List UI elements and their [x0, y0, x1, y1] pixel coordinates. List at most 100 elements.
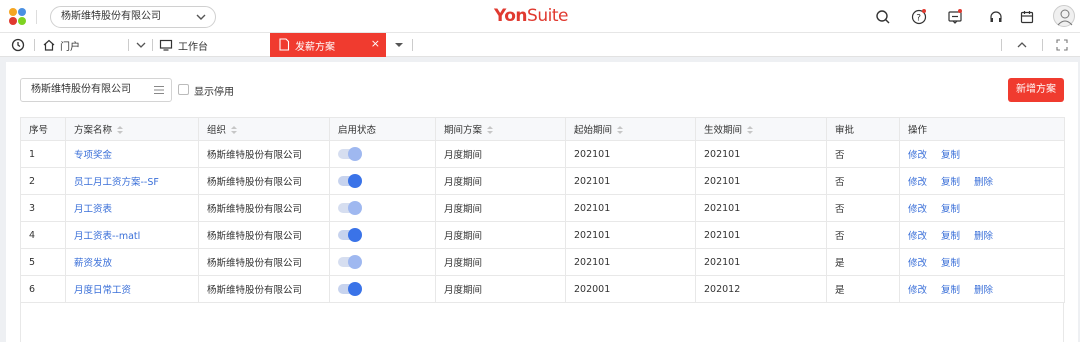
chevron-up-icon[interactable] — [1015, 38, 1029, 52]
action-copy-link[interactable]: 复制 — [941, 231, 960, 242]
action-edit-link[interactable]: 修改 — [908, 258, 927, 269]
action-edit-link[interactable]: 修改 — [908, 150, 927, 161]
tab-salary-plan[interactable]: 发薪方案 × — [270, 33, 386, 57]
action-copy-link[interactable]: 复制 — [941, 258, 960, 269]
sort-icon[interactable] — [617, 126, 624, 135]
toggle-knob — [348, 282, 362, 296]
divider — [152, 39, 153, 51]
status-toggle[interactable] — [338, 201, 362, 215]
avatar[interactable] — [1053, 5, 1075, 27]
table-row[interactable]: 6 月度日常工资 杨斯维特股份有限公司 月度期间 202001 202012 是修改 复制 删除 — [20, 275, 1065, 303]
action-copy-link[interactable]: 复制 — [941, 285, 960, 296]
cell-period-plan: 月度期间 — [435, 140, 566, 168]
divider — [1001, 39, 1002, 51]
action-edit-link[interactable]: 修改 — [908, 177, 927, 188]
org-filter[interactable]: 杨斯维特股份有限公司 — [20, 78, 172, 102]
status-toggle[interactable] — [338, 174, 362, 188]
document-icon — [279, 38, 290, 51]
chevron-down-icon[interactable] — [134, 38, 148, 52]
col-start-period[interactable]: 起始期间 — [565, 117, 696, 141]
action-delete-link[interactable]: 删除 — [974, 231, 993, 242]
cell-name[interactable]: 月度日常工资 — [65, 275, 199, 303]
action-edit-link[interactable]: 修改 — [908, 285, 927, 296]
action-edit-link[interactable]: 修改 — [908, 204, 927, 215]
table-row[interactable]: 1 专项奖金 杨斯维特股份有限公司 月度期间 202101 202101 否修改 复制 — [20, 140, 1065, 168]
divider — [128, 39, 129, 51]
headset-icon[interactable] — [988, 9, 1004, 25]
cell-org: 杨斯维特股份有限公司 — [198, 194, 330, 222]
cell-actions: 修改 复制 — [899, 140, 1065, 168]
cell-start: 202101 — [565, 167, 696, 195]
notification-dot — [922, 9, 926, 13]
cell-name[interactable]: 月工资表--matl — [65, 221, 199, 249]
caret-down-icon[interactable] — [392, 38, 406, 52]
cell-no: 6 — [20, 275, 66, 303]
cell-name[interactable]: 薪资发放 — [65, 248, 199, 276]
cell-actions: 修改 复制 — [899, 194, 1065, 222]
search-icon[interactable] — [875, 9, 891, 25]
cell-org: 杨斯维特股份有限公司 — [198, 167, 330, 195]
action-copy-link[interactable]: 复制 — [941, 177, 960, 188]
fullscreen-icon[interactable] — [1055, 38, 1069, 52]
monitor-icon[interactable] — [159, 38, 173, 52]
toggle-knob — [348, 228, 362, 242]
cell-status — [329, 194, 436, 222]
col-period-plan[interactable]: 期间方案 — [435, 117, 566, 141]
status-toggle[interactable] — [338, 228, 362, 242]
col-org[interactable]: 组织 — [198, 117, 330, 141]
cell-name[interactable]: 月工资表 — [65, 194, 199, 222]
cell-period-plan: 月度期间 — [435, 194, 566, 222]
cell-start: 202001 — [565, 275, 696, 303]
cell-period-plan: 月度期间 — [435, 248, 566, 276]
cell-approval: 否 — [826, 221, 900, 249]
sort-icon[interactable] — [117, 126, 124, 135]
top-bar: 杨斯维特股份有限公司 YonSuite ? — [0, 0, 1080, 33]
sort-icon[interactable] — [487, 126, 494, 135]
status-toggle[interactable] — [338, 255, 362, 269]
cell-status — [329, 275, 436, 303]
org-select[interactable]: 杨斯维特股份有限公司 — [50, 6, 216, 28]
action-edit-link[interactable]: 修改 — [908, 231, 927, 242]
app-logo-icon[interactable] — [9, 8, 29, 26]
col-actions: 操作 — [899, 117, 1065, 141]
table-row[interactable]: 4 月工资表--matl 杨斯维特股份有限公司 月度期间 202101 202101 否修改… — [20, 221, 1065, 249]
cell-name[interactable]: 员工月工资方案--SF — [65, 167, 199, 195]
cell-approval: 否 — [826, 140, 900, 168]
status-toggle[interactable] — [338, 147, 362, 161]
table-empty-area — [20, 303, 1064, 342]
col-effective-period[interactable]: 生效期间 — [695, 117, 827, 141]
close-icon[interactable]: × — [371, 37, 380, 50]
main-content: 杨斯维特股份有限公司 显示停用 新增方案 序号 方案名称 组织 启用状态 期间方… — [6, 62, 1078, 342]
show-disabled-checkbox[interactable] — [178, 84, 189, 95]
table-row[interactable]: 2 员工月工资方案--SF 杨斯维特股份有限公司 月度期间 202101 202101 否修… — [20, 167, 1065, 195]
cell-period-plan: 月度期间 — [435, 221, 566, 249]
col-no: 序号 — [20, 117, 66, 141]
home-icon[interactable] — [42, 38, 56, 52]
table-header: 序号 方案名称 组织 启用状态 期间方案 起始期间 生效期间 审批 操作 — [20, 117, 1065, 141]
tab-portal[interactable]: 门户 — [60, 38, 80, 53]
table-row[interactable]: 3 月工资表 杨斯维特股份有限公司 月度期间 202101 202101 否修改 复制 — [20, 194, 1065, 222]
action-delete-link[interactable]: 删除 — [974, 285, 993, 296]
add-plan-button[interactable]: 新增方案 — [1008, 78, 1064, 102]
col-approval: 审批 — [826, 117, 900, 141]
cell-effective: 202101 — [695, 167, 827, 195]
divider — [1042, 39, 1043, 51]
tab-workbench[interactable]: 工作台 — [178, 38, 208, 53]
cell-name[interactable]: 专项奖金 — [65, 140, 199, 168]
calendar-icon[interactable] — [1019, 9, 1035, 25]
history-icon[interactable] — [11, 38, 25, 52]
org-select-value: 杨斯维特股份有限公司 — [61, 11, 161, 22]
action-delete-link[interactable]: 删除 — [974, 177, 993, 188]
status-toggle[interactable] — [338, 282, 362, 296]
cell-effective: 202101 — [695, 248, 827, 276]
sort-icon[interactable] — [231, 126, 238, 135]
action-copy-link[interactable]: 复制 — [941, 150, 960, 161]
cell-start: 202101 — [565, 194, 696, 222]
table-row[interactable]: 5 薪资发放 杨斯维特股份有限公司 月度期间 202101 202101 是修改 复制 — [20, 248, 1065, 276]
col-name[interactable]: 方案名称 — [65, 117, 199, 141]
sort-icon[interactable] — [747, 126, 754, 135]
list-icon[interactable] — [153, 84, 165, 96]
action-copy-link[interactable]: 复制 — [941, 204, 960, 215]
cell-period-plan: 月度期间 — [435, 167, 566, 195]
toggle-knob — [348, 147, 362, 161]
